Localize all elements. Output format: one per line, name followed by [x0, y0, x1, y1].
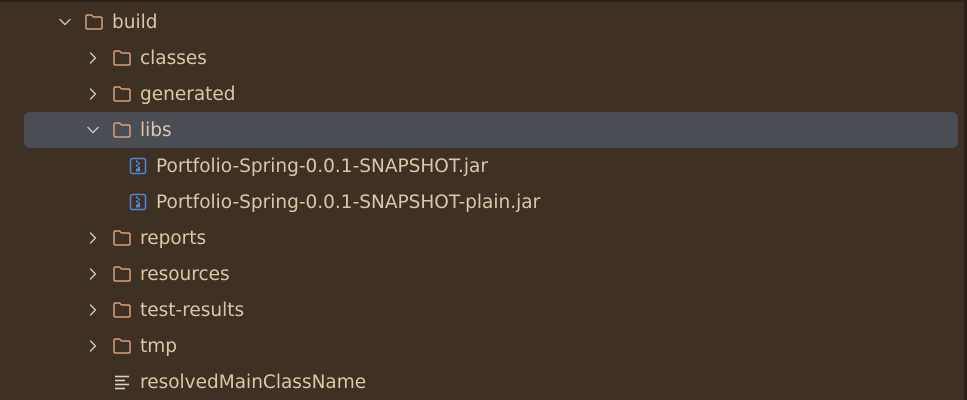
tree-row-label: classes: [140, 47, 207, 69]
tree-row-classes[interactable]: classes: [0, 40, 964, 76]
tree-row-generated[interactable]: generated: [0, 76, 964, 112]
folder-icon: [112, 265, 132, 283]
chevron-right-icon[interactable]: [86, 303, 100, 317]
folder-icon: [112, 229, 132, 247]
tree-row-label: libs: [140, 119, 172, 141]
tree-row-reports[interactable]: reports: [0, 220, 964, 256]
chevron-right-icon[interactable]: [86, 267, 100, 281]
tree-row-test-results[interactable]: test-results: [0, 292, 964, 328]
chevron-right-icon[interactable]: [86, 231, 100, 245]
folder-icon: [112, 301, 132, 319]
chevron-down-icon[interactable]: [58, 15, 72, 29]
chevron-down-icon[interactable]: [86, 123, 100, 137]
tree-row-build[interactable]: build: [0, 4, 964, 40]
folder-icon: [112, 121, 132, 139]
folder-icon: [112, 337, 132, 355]
tree-row-label: generated: [140, 83, 236, 105]
tree-row-libs[interactable]: libs: [0, 112, 964, 148]
tree-row-label: build: [112, 11, 158, 33]
project-tree-panel: build classes generated libs Portfolio-S…: [0, 0, 967, 400]
tree-row-tmp[interactable]: tmp: [0, 328, 964, 364]
tree-row-label: Portfolio-Spring-0.0.1-SNAPSHOT-plain.ja…: [156, 191, 541, 213]
folder-icon: [112, 49, 132, 67]
jar-archive-icon: [128, 193, 148, 211]
text-file-icon: [112, 373, 132, 391]
folder-icon: [84, 13, 104, 31]
chevron-right-icon[interactable]: [86, 87, 100, 101]
tree-row-label: resources: [140, 263, 230, 285]
tree-row-resolved-main-class-name[interactable]: resolvedMainClassName: [0, 364, 964, 400]
file-tree: build classes generated libs Portfolio-S…: [0, 4, 964, 400]
jar-archive-icon: [128, 157, 148, 175]
chevron-right-icon[interactable]: [86, 51, 100, 65]
tree-row-label: Portfolio-Spring-0.0.1-SNAPSHOT.jar: [156, 155, 488, 177]
tree-row-label: resolvedMainClassName: [140, 371, 367, 393]
tree-row-label: test-results: [140, 299, 245, 321]
chevron-right-icon[interactable]: [86, 339, 100, 353]
folder-icon: [112, 85, 132, 103]
tree-row-resources[interactable]: resources: [0, 256, 964, 292]
tree-row-jar[interactable]: Portfolio-Spring-0.0.1-SNAPSHOT-plain.ja…: [0, 184, 964, 220]
tree-row-label: reports: [140, 227, 207, 249]
tree-row-label: tmp: [140, 335, 178, 357]
top-divider: [0, 0, 967, 2]
tree-row-jar[interactable]: Portfolio-Spring-0.0.1-SNAPSHOT.jar: [0, 148, 964, 184]
